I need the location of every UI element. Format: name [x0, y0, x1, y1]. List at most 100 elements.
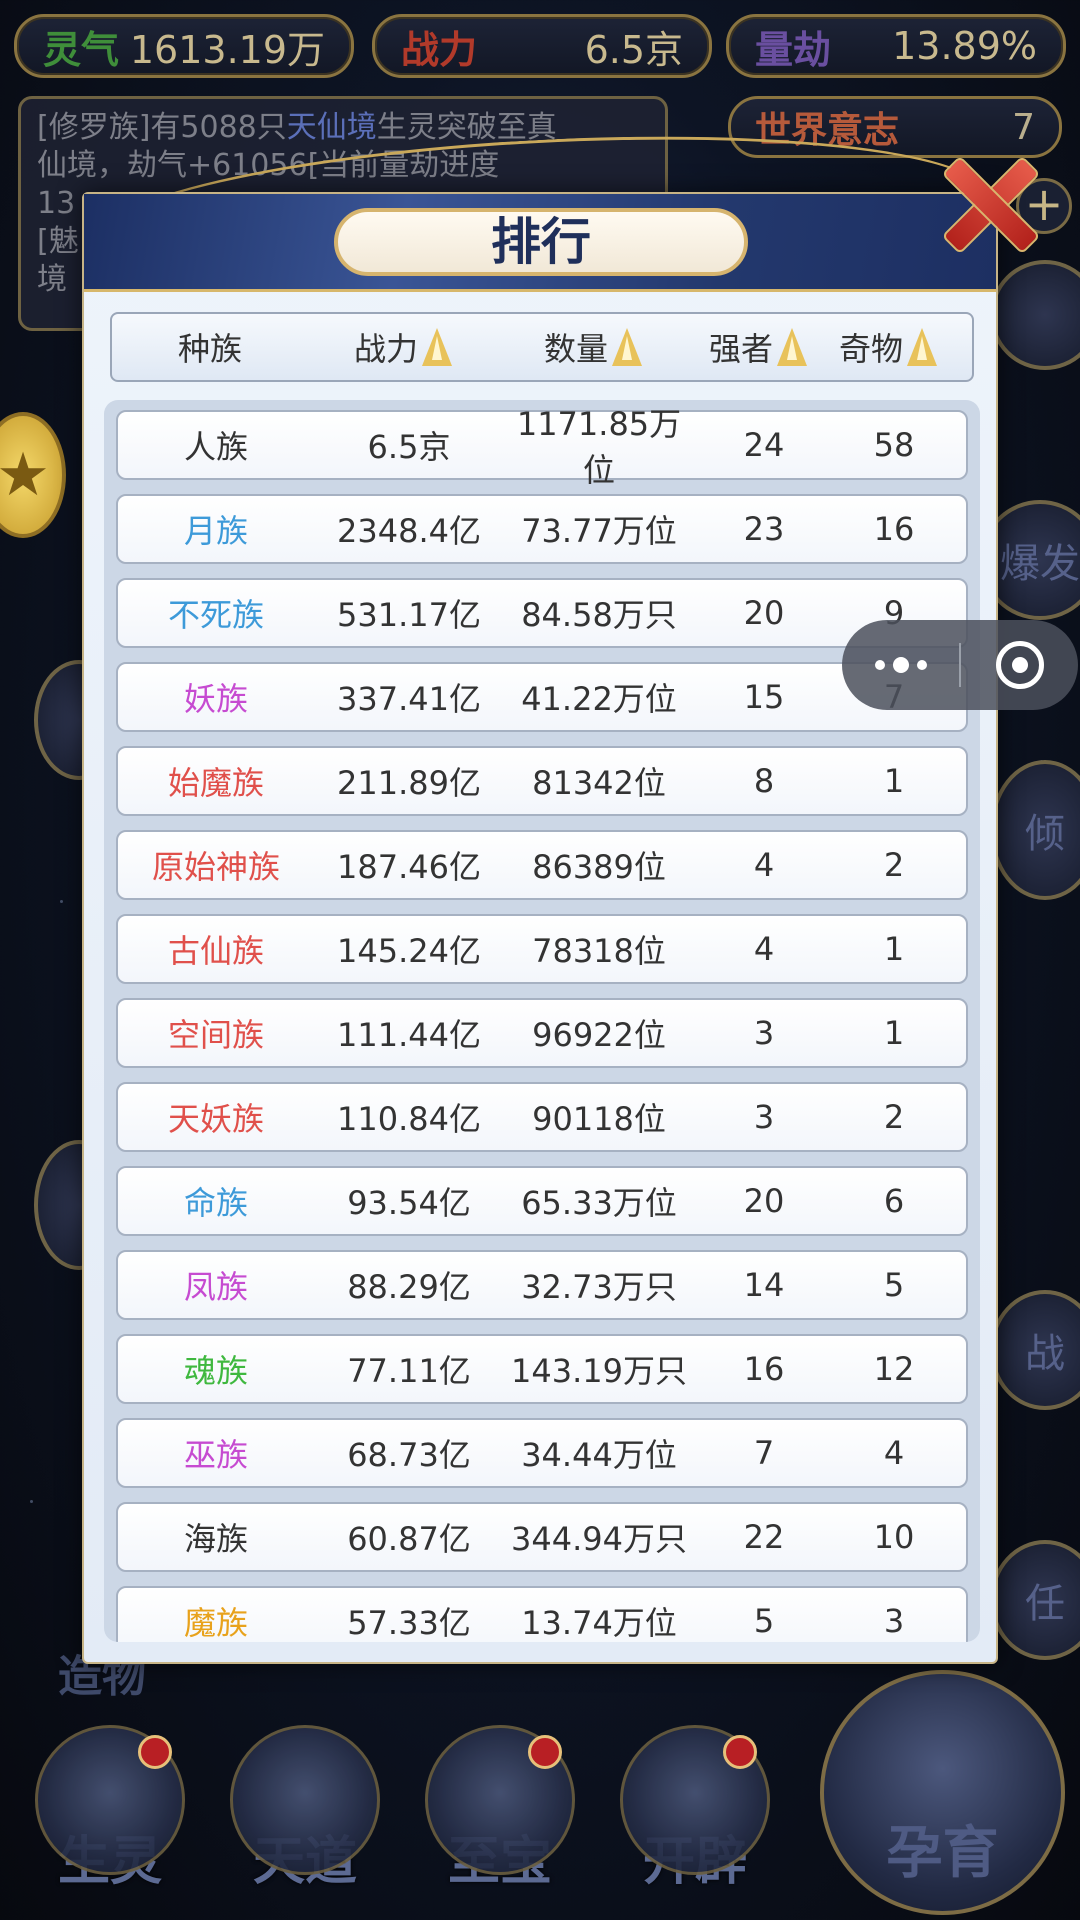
nav-kaipi[interactable]: 开辟	[615, 1725, 775, 1915]
nav-zhibao[interactable]: 至宝	[420, 1725, 580, 1915]
table-row[interactable]: 凤族 88.29亿 32.73万只 14 5	[116, 1250, 968, 1320]
table-row[interactable]: 魔族 57.33亿 13.74万位 5 3	[116, 1586, 968, 1642]
side-icon-label: 爆发	[1000, 541, 1080, 587]
header-race: 种族	[177, 330, 242, 368]
sort-count-button[interactable]: 数量	[498, 324, 688, 370]
side-icon-menu[interactable]	[990, 260, 1080, 370]
race-name: 魂族	[183, 1352, 248, 1390]
race-treasure: 58	[873, 426, 915, 464]
table-row[interactable]: 空间族 111.44亿 96922位 3 1	[116, 998, 968, 1068]
stat-value: 13.89%	[892, 24, 1037, 68]
race-treasure: 2	[883, 846, 905, 884]
race-strong: 15	[743, 678, 785, 716]
side-icon-label: 任	[1025, 1581, 1065, 1627]
stat-zhanli: 战力 6.5京	[372, 14, 712, 78]
race-strong: 20	[743, 1182, 785, 1220]
race-name: 月族	[183, 512, 248, 550]
table-row[interactable]: 命族 93.54亿 65.33万位 20 6	[116, 1166, 968, 1236]
race-name: 巫族	[183, 1436, 248, 1474]
yunyu-button[interactable]: 孕育	[820, 1670, 1065, 1915]
stat-liangjie: 量劫 13.89%	[726, 14, 1066, 78]
table-row[interactable]: 海族 60.87亿 344.94万只 22 10	[116, 1502, 968, 1572]
race-strong: 20	[743, 594, 785, 632]
side-icon-label: 倾	[1025, 811, 1065, 857]
race-power: 93.54亿	[347, 1184, 471, 1222]
close-icon[interactable]	[934, 152, 1034, 252]
sort-arrow-icon	[907, 328, 937, 366]
sort-treasure-button[interactable]: 奇物	[828, 324, 948, 370]
table-row[interactable]: 古仙族 145.24亿 78318位 4 1	[116, 914, 968, 984]
race-count: 34.44万位	[521, 1436, 677, 1474]
race-count: 96922位	[532, 1016, 666, 1054]
stat-label: 量劫	[755, 26, 832, 72]
race-power: 187.46亿	[337, 848, 481, 886]
race-power: 211.89亿	[337, 764, 481, 802]
race-count: 78318位	[532, 932, 666, 970]
race-count: 90118位	[532, 1100, 666, 1138]
race-treasure: 12	[873, 1350, 915, 1388]
race-power: 88.29亿	[347, 1268, 471, 1306]
race-name: 妖族	[183, 680, 248, 718]
race-count: 13.74万位	[521, 1604, 677, 1642]
race-count: 32.73万只	[521, 1268, 677, 1306]
race-power: 2348.4亿	[337, 512, 481, 550]
race-power: 145.24亿	[337, 932, 481, 970]
miniprogram-capsule	[842, 620, 1078, 710]
table-row[interactable]: 巫族 68.73亿 34.44万位 7 4	[116, 1418, 968, 1488]
race-strong: 24	[743, 426, 785, 464]
race-count: 65.33万位	[521, 1184, 677, 1222]
side-icon-label: 战	[1025, 1331, 1065, 1377]
race-strong: 3	[753, 1014, 775, 1052]
race-treasure: 1	[883, 930, 905, 968]
modal-title: 排行	[334, 208, 748, 276]
side-icon-qing[interactable]: 倾	[990, 760, 1080, 900]
notification-badge	[138, 1735, 172, 1769]
race-name: 凤族	[183, 1268, 248, 1306]
side-icon-ren[interactable]: 任	[990, 1540, 1080, 1660]
race-count: 84.58万只	[521, 596, 677, 634]
race-name: 天妖族	[167, 1100, 264, 1138]
race-strong: 23	[743, 510, 785, 548]
stat-label: 灵气	[43, 26, 120, 72]
race-treasure: 3	[883, 1602, 905, 1640]
table-row[interactable]: 不死族 531.17亿 84.58万只 20 9	[116, 578, 968, 648]
race-treasure: 16	[873, 510, 915, 548]
table-row[interactable]: 天妖族 110.84亿 90118位 3 2	[116, 1082, 968, 1152]
race-strong: 7	[753, 1434, 775, 1472]
table-row[interactable]: 始魔族 211.89亿 81342位 8 1	[116, 746, 968, 816]
race-strong: 16	[743, 1350, 785, 1388]
notification-badge	[723, 1735, 757, 1769]
exit-icon[interactable]	[961, 641, 1078, 689]
table-row[interactable]: 魂族 77.11亿 143.19万只 16 12	[116, 1334, 968, 1404]
nav-shengling[interactable]: 生灵	[30, 1725, 190, 1915]
race-power: 110.84亿	[337, 1100, 481, 1138]
sort-power-button[interactable]: 战力	[308, 324, 498, 370]
race-strong: 22	[743, 1518, 785, 1556]
table-row[interactable]: 人族 6.5京 1171.85万位 24 58	[116, 405, 968, 489]
race-name: 不死族	[167, 596, 264, 634]
table-row[interactable]: 妖族337.41亿41.22万位157	[116, 662, 968, 732]
race-strong: 4	[753, 930, 775, 968]
race-count: 1171.85万位	[516, 405, 682, 489]
sort-strong-button[interactable]: 强者	[688, 324, 828, 370]
race-treasure: 5	[883, 1266, 905, 1304]
nav-tiandao[interactable]: 天道	[225, 1725, 385, 1915]
table-header: 种族 战力 数量 强者 奇物	[110, 312, 974, 382]
race-power: 111.44亿	[337, 1016, 481, 1054]
table-row[interactable]: 月族 2348.4亿 73.77万位 23 16	[116, 494, 968, 564]
race-power: 337.41亿	[337, 680, 481, 718]
sort-arrow-icon	[422, 328, 452, 366]
race-name: 命族	[183, 1184, 248, 1222]
sort-arrow-icon	[777, 328, 807, 366]
race-power: 6.5京	[367, 428, 451, 466]
race-power: 57.33亿	[347, 1604, 471, 1642]
race-treasure: 6	[883, 1182, 905, 1220]
race-name: 始魔族	[167, 764, 264, 802]
race-strong: 3	[753, 1098, 775, 1136]
table-row[interactable]: 原始神族 187.46亿 86389位 4 2	[116, 830, 968, 900]
stat-label: 战力	[401, 26, 478, 72]
more-icon[interactable]	[842, 657, 959, 673]
star-icon[interactable]: ★	[0, 412, 66, 538]
ranking-list[interactable]: 人族 6.5京 1171.85万位 24 58 月族 2348.4亿 73.77万位 23 16…	[104, 400, 980, 1642]
side-icon-zhan[interactable]: 战	[990, 1290, 1080, 1410]
